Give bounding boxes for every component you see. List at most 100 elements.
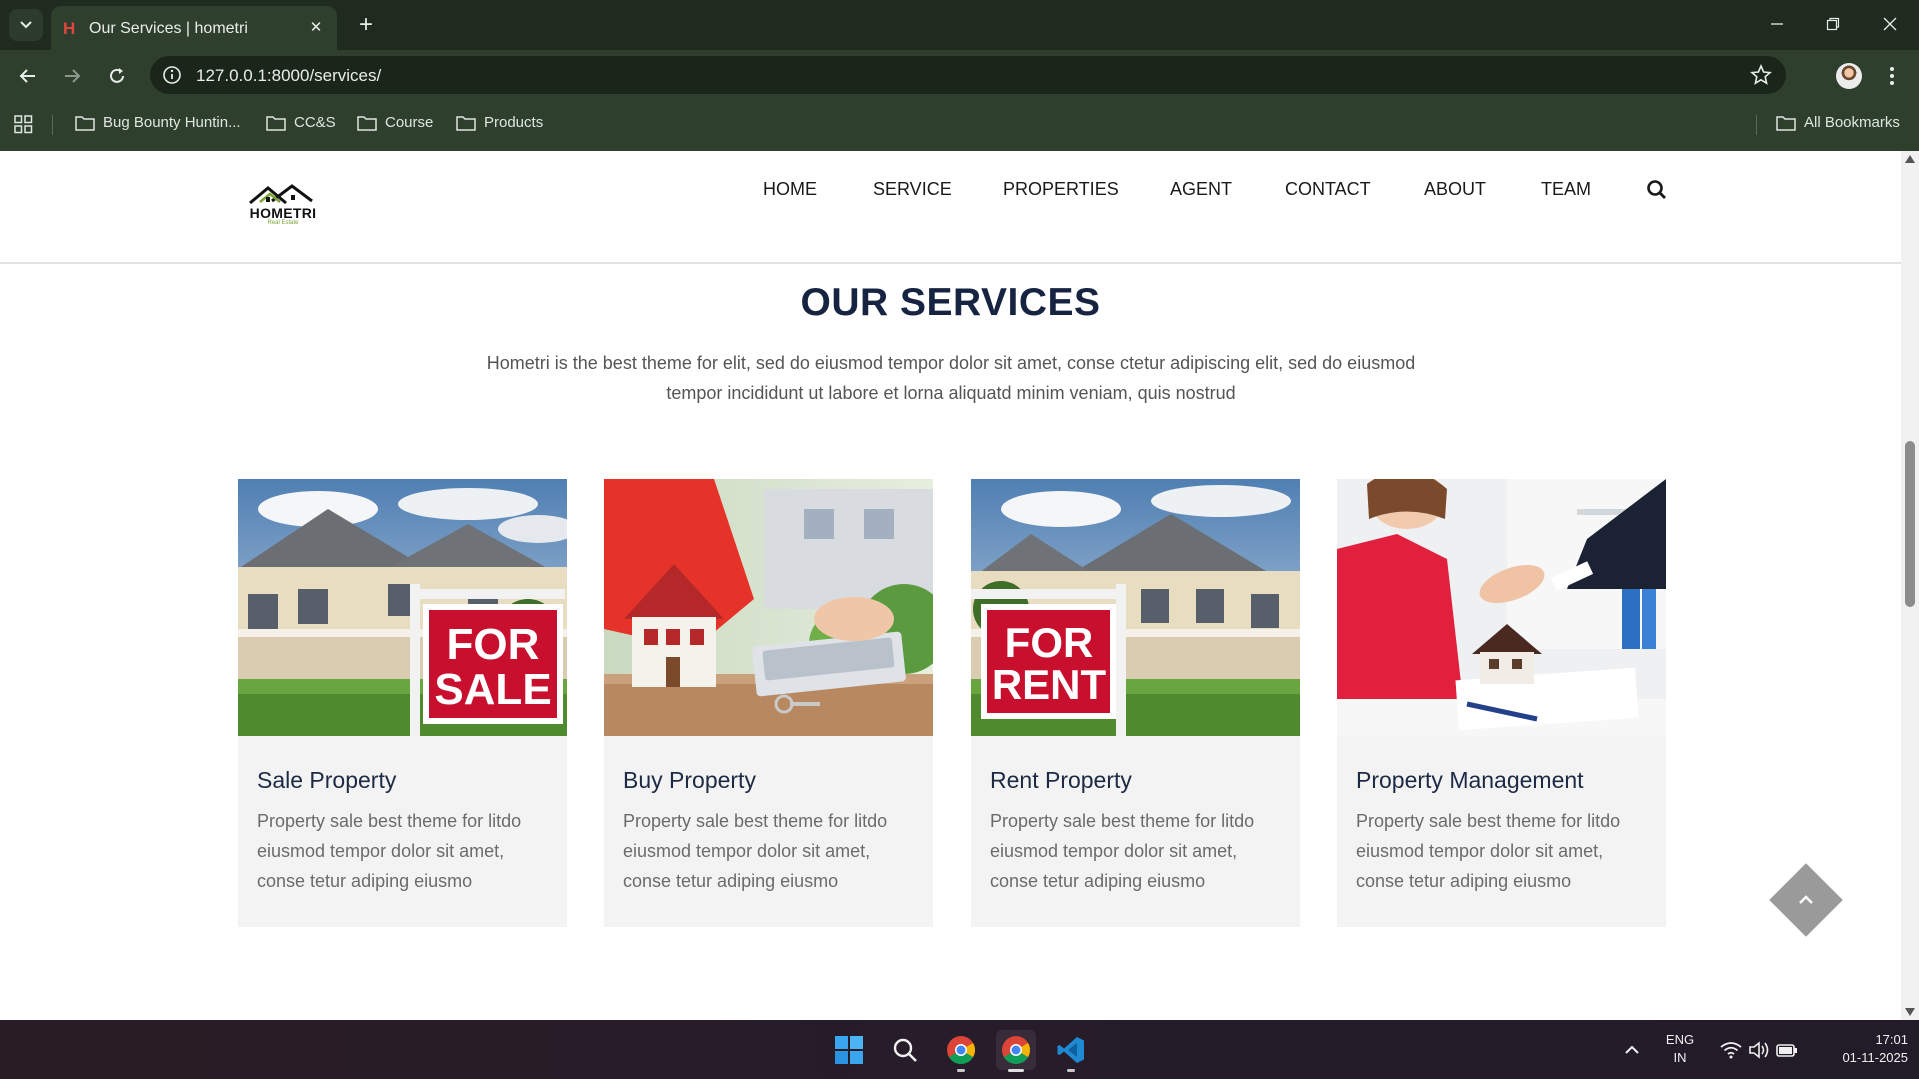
chevron-up-icon[interactable] [1796,892,1816,908]
nav-properties[interactable]: PROPERTIES [1003,179,1119,200]
browser-menu-button[interactable] [1880,62,1904,90]
bookmark-star-icon[interactable] [1750,64,1772,86]
sign-text-for: FOR [447,620,540,669]
nav-service[interactable]: SERVICE [873,179,952,200]
close-window-button[interactable] [1876,10,1904,38]
all-bookmarks-button[interactable]: All Bookmarks [1776,114,1900,131]
service-image-sale: FOR SALE [238,479,567,736]
close-tab-icon[interactable]: ✕ [305,16,327,38]
folder-icon [1776,115,1796,131]
bookmark-folder[interactable]: Course [357,114,433,131]
service-image-management [1337,479,1666,736]
reload-icon [110,68,124,83]
language-indicator[interactable]: ENG IN [1660,1031,1700,1067]
site-logo[interactable]: HOMETRI Real Estate [246,183,320,229]
folder-icon [75,115,95,131]
new-tab-button[interactable]: + [352,11,380,39]
bookmark-label: CC&S [294,114,336,131]
scroll-down-arrow-icon[interactable] [1905,1008,1915,1016]
show-hidden-icons-button[interactable] [1614,1030,1650,1070]
tab-search-button[interactable] [9,9,43,41]
minimize-button[interactable] [1763,10,1791,38]
back-button[interactable] [13,61,43,91]
service-image-rent: FOR RENT [971,479,1300,736]
service-card-buy[interactable]: Buy Property Property sale best theme fo… [604,479,933,927]
wifi-icon [1720,1042,1742,1059]
bookmarks-bar: Bug Bounty Huntin... CC&S Course Product… [0,100,1919,151]
address-bar[interactable]: 127.0.0.1:8000/services/ [150,56,1786,94]
bookmarks-separator [1756,115,1757,135]
service-card-sale[interactable]: FOR SALE Sale Property Property sale bes… [238,479,567,927]
apps-button[interactable] [14,115,33,134]
service-card-title: Property Management [1356,767,1584,793]
chrome-icon [947,1036,975,1064]
taskbar-chrome[interactable] [941,1030,981,1072]
bookmark-folder[interactable]: Products [456,114,543,131]
reload-button[interactable] [102,61,132,91]
sign-text-for: FOR [1005,619,1094,666]
taskbar: ENG IN 17:01 01-11-2025 [0,1020,1919,1079]
bookmark-label: Products [484,114,544,131]
nav-about[interactable]: ABOUT [1424,179,1486,200]
clock-date: 01-11-2025 [1842,1050,1908,1065]
battery-icon [1776,1044,1797,1057]
arrow-left-icon [19,69,35,83]
close-icon [1883,17,1897,31]
site-header: HOMETRI Real Estate HOME SERVICE PROPERT… [0,151,1901,264]
restore-icon [1826,17,1840,31]
clock[interactable]: 17:01 01-11-2025 [1808,1031,1908,1067]
running-indicator [1067,1069,1075,1072]
windows-logo-icon [835,1036,863,1064]
folder-icon [456,115,476,131]
page-viewport: HOMETRI Real Estate HOME SERVICE PROPERT… [0,151,1901,1020]
scroll-up-arrow-icon[interactable] [1905,155,1915,163]
region-code: IN [1673,1050,1687,1065]
folder-icon [357,115,377,131]
tab-title: Our Services | hometri [89,20,248,37]
page-scrollbar[interactable] [1901,151,1919,1020]
arrow-right-icon [65,69,81,83]
start-button[interactable] [829,1030,869,1070]
browser-tab[interactable]: H Our Services | hometri ✕ [51,6,337,50]
house-logo-icon [249,184,313,205]
section-description: Hometri is the best theme for elit, sed … [486,353,1416,403]
forward-button[interactable] [57,61,87,91]
system-tray-status[interactable] [1713,1030,1805,1070]
nav-home[interactable]: HOME [763,179,817,200]
logo-text: HOMETRI [249,205,317,221]
folder-icon [266,115,286,131]
screen: H Our Services | hometri ✕ + 127.0.0.1:8… [0,0,1919,1079]
vscode-icon [1057,1037,1084,1063]
service-card-rent[interactable]: FOR RENT Rent Property Property sale bes… [971,479,1300,927]
nav-agent[interactable]: AGENT [1170,179,1232,200]
active-indicator [1008,1069,1024,1072]
chevron-down-icon [20,21,32,29]
bookmark-label: Course [385,114,434,131]
service-card-management[interactable]: Property Management Property sale best t… [1337,479,1666,927]
logo-tagline: Real Estate [267,220,299,226]
service-card-title: Buy Property [623,767,756,793]
profile-avatar[interactable] [1836,63,1862,89]
sign-text-rent: RENT [992,661,1107,708]
chevron-up-icon [1625,1045,1639,1054]
bookmark-folder[interactable]: CC&S [266,114,336,131]
info-icon[interactable] [162,65,182,85]
taskbar-vscode[interactable] [1051,1030,1091,1072]
url-text: 127.0.0.1:8000/services/ [196,66,382,85]
nav-contact[interactable]: CONTACT [1285,179,1371,200]
taskbar-chrome-active[interactable] [996,1030,1036,1072]
browser-tab-strip: H Our Services | hometri ✕ + [0,0,1919,50]
service-card-text: Property sale best theme for litdo eiusm… [1356,811,1621,891]
taskbar-search-button[interactable] [885,1030,925,1070]
service-card-text: Property sale best theme for litdo eiusm… [990,811,1255,891]
search-icon[interactable] [1646,179,1668,201]
more-vertical-icon [1890,67,1894,85]
scrollbar-thumb[interactable] [1905,441,1915,607]
bookmark-folder[interactable]: Bug Bounty Huntin... [75,114,241,131]
bookmark-label: All Bookmarks [1804,114,1900,131]
restore-button[interactable] [1819,10,1847,38]
site-favicon: H [63,19,76,38]
nav-team[interactable]: TEAM [1541,179,1591,200]
running-indicator [957,1069,965,1072]
search-icon [893,1038,917,1062]
